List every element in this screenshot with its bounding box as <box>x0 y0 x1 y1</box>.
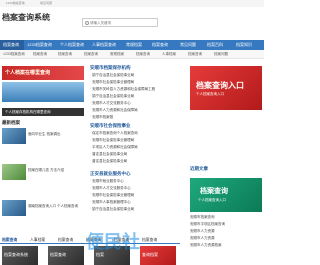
subnav-item-8[interactable]: 档案咨询 <box>188 50 202 59</box>
bottom-card-label: 查询档案 <box>142 252 158 257</box>
list-item[interactable]: 普定县社会保险事业局 <box>90 151 188 158</box>
section-title-latest: 最新档案 <box>2 120 20 125</box>
thumb-caption-2[interactable]: 档案在哪儿查 方法介绍 <box>28 168 86 173</box>
right-ad-banner-2[interactable]: 档案查询 个人档案查询入口 <box>190 178 262 212</box>
subnav-item-4[interactable]: 档案查询 <box>84 50 98 59</box>
nav-item-8[interactable]: 档案百科 <box>207 40 223 50</box>
list-item[interactable]: 安顺市人力资源和社会保障局 <box>90 107 188 114</box>
bottom-card-label: 档案查询 <box>50 252 66 257</box>
list-item[interactable]: 镇宁自治县社会保险事业局 <box>90 72 188 79</box>
list-item[interactable]: 安顺市档案馆 <box>90 114 188 121</box>
featured-caption[interactable]: 个人档案存档机构在哪里查询 <box>2 108 84 116</box>
list-item[interactable]: 安顺市关岭县人力资源和社会保障局工程 <box>90 86 188 93</box>
list-item[interactable]: 安顺市人才交流服务中心 <box>90 100 188 107</box>
subnav-item-5[interactable]: 常规档案 <box>110 50 124 59</box>
list-item[interactable]: 安顺市社会保险事业管理局 <box>90 192 188 199</box>
site-logo[interactable]: 档案查询系统 <box>2 12 50 23</box>
nav-item-5[interactable]: 常规档案 <box>126 40 142 50</box>
nav-item-7[interactable]: 常见问题 <box>180 40 196 50</box>
thumb-caption-1[interactable]: 面向毕业生 档案调出 <box>28 132 86 137</box>
list-heading[interactable]: 正安县就业服务中心 <box>90 170 188 178</box>
right-ad-banner[interactable]: 档案查询入口 个人档案查询入口 <box>190 66 262 110</box>
thumb-image-1[interactable] <box>2 128 26 144</box>
promo-banner-title: 个人档案在哪里查询 <box>5 70 51 76</box>
search-box[interactable] <box>82 18 158 27</box>
promo-banner[interactable]: 个人档案在哪里查询 <box>2 66 84 80</box>
subnav-item-2[interactable]: 档案查询 <box>33 50 47 59</box>
nav-item-1[interactable]: 档案查询 <box>0 40 24 50</box>
list-item[interactable]: 安顺市社会保险事业管理局 <box>90 137 188 144</box>
tab-2[interactable]: 人事档案 <box>30 236 45 244</box>
bottom-card-4[interactable]: 查询档案 <box>140 246 176 265</box>
topbar-link-3[interactable]: 常见问题 <box>40 0 52 7</box>
right-ad-title: 档案查询入口 <box>196 81 244 90</box>
right-ad-subtitle: 个人档案查询入口 <box>196 92 224 96</box>
nav-item-2[interactable]: 1233档案查询 <box>27 40 52 50</box>
right-ad2-title: 档案查询 <box>200 188 228 195</box>
bottom-card-1[interactable]: 档案查询系统 <box>2 246 38 265</box>
subnav-item-3[interactable]: 档案查询 <box>58 50 72 59</box>
list-item[interactable]: 安顺市人才交流服务中心 <box>90 185 188 192</box>
bottom-card-2[interactable]: 档案查询 <box>48 246 84 265</box>
list-item[interactable]: 镇宁自治县社会保险事业局 <box>90 206 188 213</box>
recent-article[interactable]: 安顺市人力资源档案 <box>190 242 262 249</box>
subnav-item-9[interactable]: 档案问题 <box>214 50 228 59</box>
tab-6[interactable]: 档案查询 <box>142 236 157 244</box>
nav-item-3[interactable]: 个人档案查询 <box>60 40 84 50</box>
subnav-item-6[interactable]: 档案查询 <box>136 50 150 59</box>
right-ad2-subtitle: 个人档案查询入口 <box>198 198 226 202</box>
nav-item-4[interactable]: 人事档案查询 <box>92 40 116 50</box>
list-item[interactable]: 普定县社会保险事业局 <box>90 158 188 165</box>
list-heading[interactable]: 安顺市社会保险事业 <box>90 122 188 130</box>
nav-item-6[interactable]: 档案查询 <box>152 40 168 50</box>
recent-article[interactable]: 安顺市人力资源 <box>190 228 262 235</box>
featured-image[interactable] <box>2 82 84 102</box>
search-icon[interactable] <box>85 21 89 25</box>
recent-article[interactable]: 安顺市档案查询 <box>190 214 262 221</box>
tab-1[interactable]: 档案查询 <box>2 236 17 244</box>
recent-article[interactable]: 安顺市人力资源 <box>190 235 262 242</box>
list-item[interactable]: 安顺市人事档案管理中心 <box>90 199 188 206</box>
thumb-image-3[interactable] <box>2 200 26 216</box>
main-nav: 档案查询 1233档案查询 个人档案查询 人事档案查询 常规档案 档案查询 常见… <box>0 40 264 50</box>
thumb-image-2[interactable] <box>2 164 26 180</box>
list-item[interactable]: 安顺市社会保险事业管理局 <box>90 79 188 86</box>
thumb-caption-3[interactable]: 湖南档案查询入口 个人档案查询 <box>28 204 86 209</box>
top-bar: 1233档案查询 常见问题 <box>0 0 264 7</box>
topbar-link-2[interactable]: 1233档案查询 <box>6 0 25 7</box>
recent-articles-list: 安顺市档案查询 安顺市平坝区档案查询 安顺市人力资源 安顺市人力资源 安顺市人力… <box>190 214 262 249</box>
bottom-card-label: 档案查询系统 <box>4 252 28 257</box>
recent-article[interactable]: 安顺市平坝区档案查询 <box>190 221 262 228</box>
list-item[interactable]: 镇宁自治县社会保险事业局 <box>90 93 188 100</box>
list-item[interactable]: 保定市档案查询个人档案查询 <box>90 130 188 137</box>
sub-nav: 1233档案查询 档案查询 档案查询 档案查询 常规档案 档案查询 人事档案 档… <box>0 50 264 59</box>
subnav-item-7[interactable]: 人事档案 <box>162 50 176 59</box>
nav-item-9[interactable]: 档案知识 <box>236 40 252 50</box>
list-heading[interactable]: 安顺市档案保存机构 <box>90 64 188 72</box>
article-list-2: 安顺市社会保险事业 保定市档案查询个人档案查询 安顺市社会保险事业管理局 平坝区… <box>90 122 188 165</box>
tab-3[interactable]: 档案查询 <box>58 236 73 244</box>
list-item[interactable]: 平坝区人力资源和社会保障局 <box>90 144 188 151</box>
search-input[interactable] <box>90 19 156 27</box>
article-list-3: 正安县就业服务中心 安顺市就业服务中心 安顺市人才交流服务中心 安顺市社会保险事… <box>90 170 188 213</box>
watermark-text: 便民社 <box>86 232 140 252</box>
list-item[interactable]: 安顺市就业服务中心 <box>90 178 188 185</box>
recent-articles-heading: 近期文章 <box>190 166 208 171</box>
article-list-1: 安顺市档案保存机构 镇宁自治县社会保险事业局 安顺市社会保险事业管理局 安顺市关… <box>90 64 188 121</box>
subnav-item-1[interactable]: 1233档案查询 <box>3 50 25 59</box>
